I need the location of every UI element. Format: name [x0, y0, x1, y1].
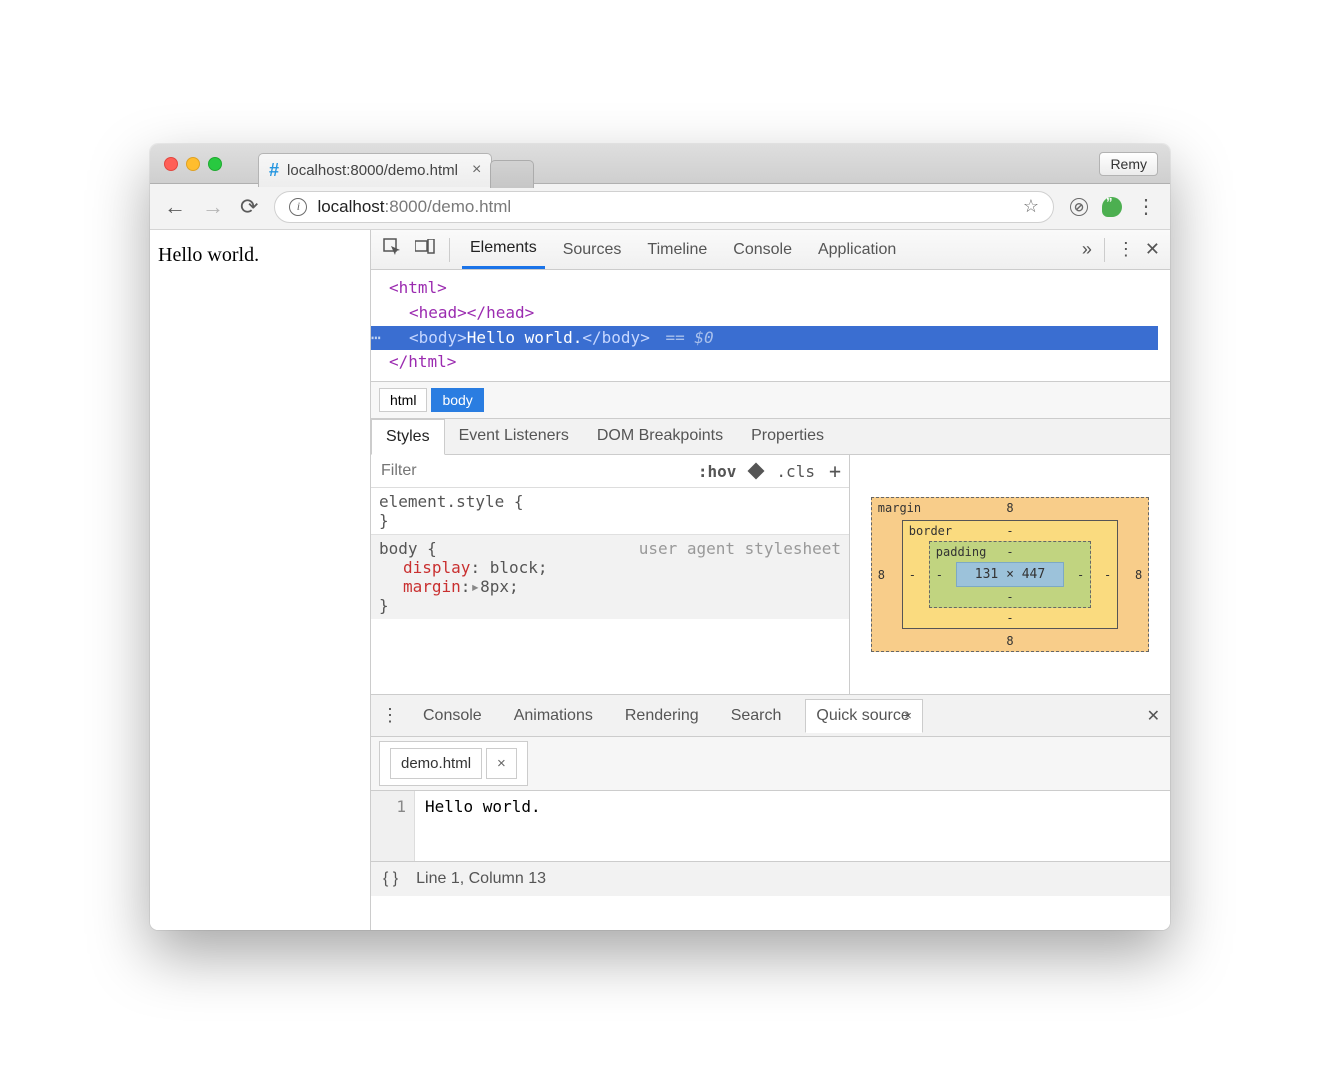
- subtab-styles[interactable]: Styles: [371, 419, 445, 455]
- source-code[interactable]: Hello world.: [415, 791, 1170, 861]
- source-editor[interactable]: 1 Hello world.: [371, 791, 1170, 861]
- drawer-tab-animations[interactable]: Animations: [506, 699, 601, 733]
- titlebar: # localhost:8000/demo.html × Remy: [150, 144, 1170, 184]
- dom-node-selected[interactable]: ⋯ <body>Hello world.</body> == $0: [371, 326, 1158, 351]
- devtools-menu-icon[interactable]: ⋮: [1117, 239, 1135, 260]
- dom-breadcrumb: html body: [371, 381, 1170, 418]
- css-rule-element-style[interactable]: element.style { }: [371, 488, 849, 534]
- new-tab-button[interactable]: [490, 160, 534, 188]
- styles-filter-bar: :hov .cls +: [371, 455, 849, 488]
- css-rule-body[interactable]: user agent stylesheet body { display: bl…: [371, 534, 849, 619]
- subtab-event-listeners[interactable]: Event Listeners: [445, 419, 583, 454]
- browser-tab[interactable]: # localhost:8000/demo.html ×: [258, 153, 492, 187]
- window-controls: [164, 157, 222, 171]
- rule-origin: user agent stylesheet: [639, 539, 841, 558]
- browser-window: # localhost:8000/demo.html × Remy ← → ⟳ …: [150, 144, 1170, 930]
- drawer-menu-icon[interactable]: ⋮: [381, 705, 399, 726]
- content-area: Hello world. Elements Sources Timeline C…: [150, 230, 1170, 930]
- toolbar: ← → ⟳ i localhost:8000/demo.html ☆ ⊘ ⋮: [150, 184, 1170, 230]
- drawer-tab-quick-source[interactable]: Quick source ×: [805, 699, 922, 733]
- minimize-window-icon[interactable]: [186, 157, 200, 171]
- favicon-icon: #: [269, 160, 279, 181]
- editor-statusbar: { } Line 1, Column 13: [371, 861, 1170, 896]
- device-toolbar-icon[interactable]: [413, 239, 437, 260]
- breadcrumb-item[interactable]: html: [379, 388, 427, 412]
- bookmark-icon[interactable]: ☆: [1023, 196, 1039, 217]
- close-drawer-icon[interactable]: ✕: [1147, 706, 1160, 726]
- format-icon[interactable]: { }: [383, 870, 398, 888]
- address-bar[interactable]: i localhost:8000/demo.html ☆: [274, 191, 1054, 223]
- more-tabs-icon[interactable]: »: [1082, 239, 1092, 260]
- drawer-tab-search[interactable]: Search: [723, 699, 790, 733]
- tab-timeline[interactable]: Timeline: [639, 230, 715, 269]
- styles-filter-input[interactable]: [379, 461, 590, 481]
- diamond-icon[interactable]: [748, 463, 765, 480]
- extension-icons: ⊘ ⋮: [1070, 194, 1156, 219]
- inspect-element-icon[interactable]: [381, 238, 403, 261]
- close-icon[interactable]: ×: [486, 748, 517, 779]
- box-model: margin 8 8 8 8 border - - - - padding: [850, 455, 1170, 694]
- close-icon[interactable]: ×: [904, 708, 912, 723]
- dom-node[interactable]: <head></head>: [409, 303, 534, 322]
- chrome-menu-icon[interactable]: ⋮: [1136, 194, 1156, 219]
- devtools-toolbar: Elements Sources Timeline Console Applic…: [371, 230, 1170, 270]
- tab-elements[interactable]: Elements: [462, 230, 545, 269]
- reload-button[interactable]: ⟳: [240, 194, 258, 220]
- close-window-icon[interactable]: [164, 157, 178, 171]
- close-tab-icon[interactable]: ×: [472, 161, 481, 179]
- box-model-content[interactable]: 131 × 447: [956, 562, 1064, 587]
- source-file-tab[interactable]: demo.html×: [379, 741, 528, 786]
- url-path: /demo.html: [427, 197, 511, 216]
- line-gutter: 1: [371, 791, 415, 861]
- new-style-rule-icon[interactable]: +: [829, 459, 841, 483]
- devtools-panel: Elements Sources Timeline Console Applic…: [370, 230, 1170, 930]
- cls-toggle[interactable]: .cls: [776, 462, 815, 481]
- cursor-position: Line 1, Column 13: [416, 870, 546, 888]
- dom-node[interactable]: </html>: [389, 352, 456, 371]
- url-port: :8000: [385, 197, 428, 216]
- styles-pane: :hov .cls + element.style { } user agent…: [371, 455, 1170, 695]
- extension-icon[interactable]: ⊘: [1070, 198, 1088, 216]
- page-text: Hello world.: [158, 244, 259, 266]
- tab-sources[interactable]: Sources: [555, 230, 630, 269]
- forward-button[interactable]: →: [202, 194, 224, 220]
- drawer-tabs: ⋮ Console Animations Rendering Search Qu…: [371, 695, 1170, 737]
- box-model-margin[interactable]: margin 8 8 8 8 border - - - - padding: [871, 497, 1149, 652]
- subtab-properties[interactable]: Properties: [737, 419, 838, 454]
- breadcrumb-item[interactable]: body: [431, 388, 483, 412]
- url-host: localhost: [317, 197, 384, 216]
- tab-title: localhost:8000/demo.html: [287, 162, 458, 179]
- tab-application[interactable]: Application: [810, 230, 904, 269]
- dom-tree[interactable]: <html> <head></head> ⋯ <body>Hello world…: [371, 270, 1170, 381]
- css-rules: :hov .cls + element.style { } user agent…: [371, 455, 850, 694]
- subtab-dom-breakpoints[interactable]: DOM Breakpoints: [583, 419, 737, 454]
- box-model-border[interactable]: border - - - - padding - - - - 13: [902, 520, 1118, 629]
- back-button[interactable]: ←: [164, 194, 186, 220]
- box-model-padding[interactable]: padding - - - - 131 × 447: [929, 541, 1091, 608]
- maximize-window-icon[interactable]: [208, 157, 222, 171]
- profile-button[interactable]: Remy: [1099, 152, 1158, 176]
- drawer-tab-rendering[interactable]: Rendering: [617, 699, 707, 733]
- drawer-tab-console[interactable]: Console: [415, 699, 490, 733]
- site-info-icon[interactable]: i: [289, 198, 307, 216]
- dom-node[interactable]: <html>: [389, 278, 447, 297]
- hov-toggle[interactable]: :hov: [698, 462, 737, 481]
- styles-subtabs: Styles Event Listeners DOM Breakpoints P…: [371, 418, 1170, 455]
- hangouts-icon[interactable]: [1102, 197, 1122, 217]
- tab-console[interactable]: Console: [725, 230, 800, 269]
- close-devtools-icon[interactable]: ✕: [1145, 239, 1160, 260]
- source-file-tabs: demo.html×: [371, 737, 1170, 791]
- page-viewport: Hello world.: [150, 230, 370, 930]
